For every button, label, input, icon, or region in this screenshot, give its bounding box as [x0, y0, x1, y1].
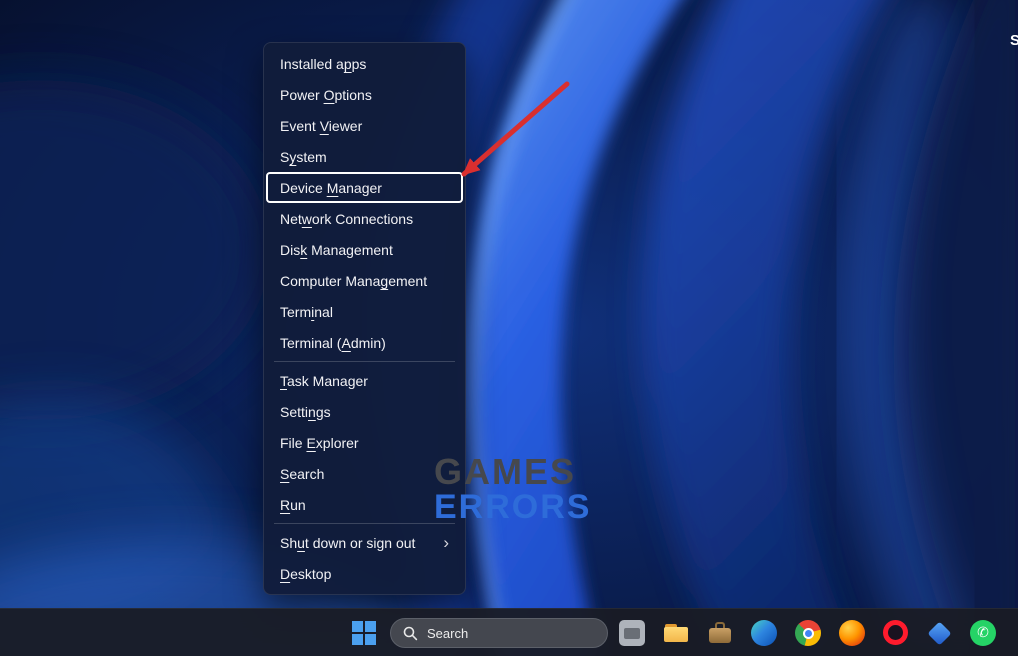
menu-item-system[interactable]: System	[266, 141, 463, 172]
menu-item-label: Computer Management	[280, 273, 427, 289]
search-icon	[403, 626, 418, 641]
opera-icon[interactable]	[883, 620, 908, 645]
desktop-wallpaper	[0, 0, 1018, 656]
chrome-icon[interactable]	[795, 620, 821, 646]
menu-item-label: Search	[280, 466, 324, 482]
search-label: Search	[427, 626, 468, 641]
menu-item-event-viewer[interactable]: Event Viewer	[266, 110, 463, 141]
menu-item-power-options[interactable]: Power Options	[266, 79, 463, 110]
menu-item-label: Run	[280, 497, 306, 513]
menu-item-desktop[interactable]: Desktop	[266, 558, 463, 589]
menu-item-label: Task Manager	[280, 373, 368, 389]
windows-logo-icon	[352, 621, 376, 645]
desktop-screen: S Installed apps Power Options Event Viewe…	[0, 0, 1018, 656]
menu-divider	[274, 523, 455, 524]
menu-item-terminal[interactable]: Terminal	[266, 296, 463, 327]
file-explorer-folder-icon[interactable]	[663, 620, 689, 646]
menu-item-label: Event Viewer	[280, 118, 362, 134]
menu-item-label: Power Options	[280, 87, 372, 103]
menu-item-label: Desktop	[280, 566, 331, 582]
menu-item-settings[interactable]: Settings	[266, 396, 463, 427]
submenu-chevron-icon: ›	[435, 534, 449, 551]
edge-icon[interactable]	[751, 620, 777, 646]
menu-item-installed-apps[interactable]: Installed apps	[266, 48, 463, 79]
menu-item-run[interactable]: Run	[266, 489, 463, 520]
menu-item-device-manager[interactable]: Device Manager	[266, 172, 463, 203]
menu-item-disk-management[interactable]: Disk Management	[266, 234, 463, 265]
menu-item-search[interactable]: Search	[266, 458, 463, 489]
menu-item-computer-management[interactable]: Computer Management	[266, 265, 463, 296]
winx-context-menu: Installed apps Power Options Event Viewer S…	[263, 42, 466, 595]
menu-item-label: Settings	[280, 404, 331, 420]
menu-item-label: File Explorer	[280, 435, 359, 451]
taskbar: Search ✆	[0, 608, 1018, 656]
app-window-icon[interactable]	[619, 620, 645, 646]
menu-item-label: Shut down or sign out	[280, 535, 415, 551]
menu-item-network-connections[interactable]: Network Connections	[266, 203, 463, 234]
taskbar-pinned-icons: ✆	[619, 620, 996, 646]
menu-item-terminal-admin[interactable]: Terminal (Admin)	[266, 327, 463, 358]
visual-studio-icon[interactable]	[926, 620, 952, 646]
menu-item-label: System	[280, 149, 327, 165]
menu-item-label: Terminal (Admin)	[280, 335, 386, 351]
start-button[interactable]	[350, 619, 378, 647]
menu-item-file-explorer[interactable]: File Explorer	[266, 427, 463, 458]
whatsapp-icon[interactable]: ✆	[970, 620, 996, 646]
menu-item-label: Device Manager	[280, 180, 382, 196]
menu-item-shut-down-or-sign-out[interactable]: Shut down or sign out ›	[266, 527, 463, 558]
menu-item-task-manager[interactable]: Task Manager	[266, 365, 463, 396]
menu-item-label: Network Connections	[280, 211, 413, 227]
menu-item-label: Terminal	[280, 304, 333, 320]
taskbar-search[interactable]: Search	[390, 618, 608, 648]
firefox-icon[interactable]	[839, 620, 865, 646]
menu-item-label: Disk Management	[280, 242, 393, 258]
menu-item-label: Installed apps	[280, 56, 366, 72]
menu-divider	[274, 361, 455, 362]
corner-watermark-letter: S	[1010, 32, 1018, 49]
briefcase-icon[interactable]	[707, 620, 733, 646]
